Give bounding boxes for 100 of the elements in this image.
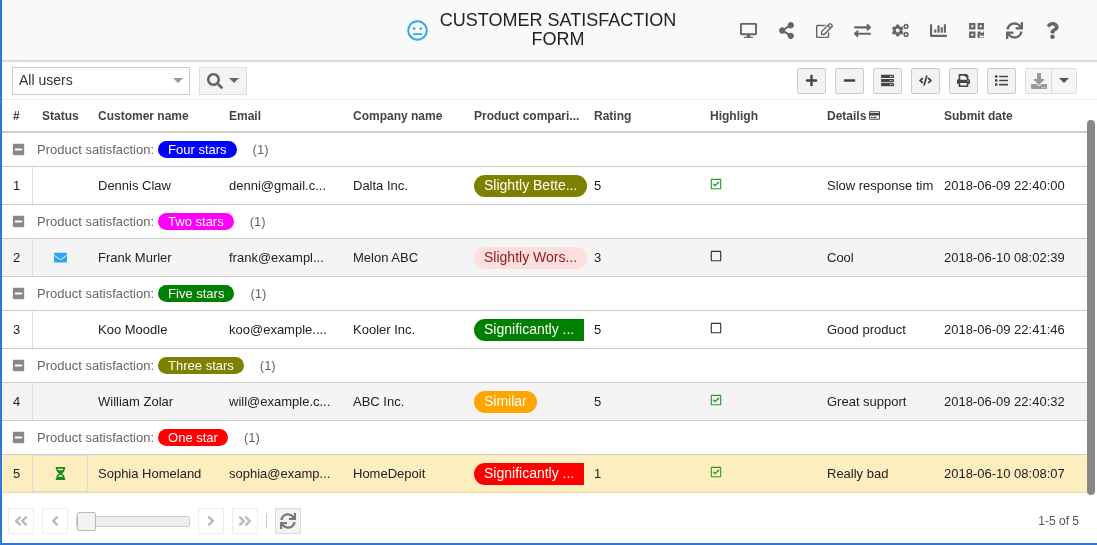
caret-icon bbox=[229, 78, 239, 83]
caret-icon bbox=[1059, 78, 1069, 83]
group-label: Product satisfaction: bbox=[37, 284, 155, 303]
print-button[interactable] bbox=[949, 67, 978, 94]
table-cell-text: sophia@examp... bbox=[228, 464, 332, 483]
group-count: (1) bbox=[259, 356, 276, 375]
checkbox[interactable] bbox=[710, 249, 722, 262]
column-header[interactable]: Company name bbox=[343, 106, 464, 125]
table-cell-text: 2018-06-09 22:40:32 bbox=[943, 392, 1066, 411]
comparison-tag: Slightly Bette... bbox=[474, 174, 588, 197]
checkbox[interactable] bbox=[710, 393, 722, 406]
monitor-icon[interactable] bbox=[738, 21, 758, 39]
row-number: 5 bbox=[12, 464, 22, 483]
comparison-tag: Significantly ... bbox=[474, 462, 585, 485]
rows-icon bbox=[881, 74, 894, 87]
refresh-icon bbox=[280, 513, 296, 529]
checkbox[interactable] bbox=[710, 177, 722, 190]
table-cell-text: William Zolar bbox=[97, 392, 175, 411]
scrollbar[interactable] bbox=[1087, 120, 1095, 495]
hourglass-icon bbox=[53, 467, 67, 480]
code-icon bbox=[919, 74, 932, 87]
group-label: Product satisfaction: bbox=[37, 212, 155, 231]
table-cell-text: Good product bbox=[826, 320, 907, 339]
plus-icon bbox=[805, 74, 818, 87]
row-number: 4 bbox=[12, 392, 22, 411]
slider-thumb[interactable] bbox=[77, 511, 96, 531]
column-header[interactable]: Rating bbox=[584, 106, 700, 125]
collapse-toggle[interactable] bbox=[12, 143, 25, 156]
share-icon[interactable] bbox=[776, 21, 796, 39]
table-cell-text: Koo Moodle bbox=[97, 320, 169, 339]
table-cell-text: 5 bbox=[593, 392, 603, 411]
collapse-toggle[interactable] bbox=[12, 287, 25, 300]
table-cell-text: will@example.c... bbox=[228, 392, 332, 411]
search-icon bbox=[207, 72, 223, 89]
group-tag: Two stars bbox=[158, 213, 234, 230]
edit-icon[interactable] bbox=[814, 21, 834, 39]
group-label: Product satisfaction: bbox=[37, 140, 155, 159]
export-split-button[interactable] bbox=[1025, 67, 1077, 94]
plus-button[interactable] bbox=[797, 67, 826, 94]
envelope-icon bbox=[54, 251, 67, 264]
table-cell-text: 2018-06-09 22:40:00 bbox=[943, 176, 1066, 195]
table-row[interactable]: 4 William Zolar will@example.c... ABC Inc. Similar 5 Great support 2018-06-09 22:40:32 bbox=[2, 383, 1087, 421]
table-cell-text: Really bad bbox=[826, 464, 890, 483]
table-cell-text: Slow response tim bbox=[826, 176, 934, 195]
table-cell-text: Sophia Homeland bbox=[97, 464, 203, 483]
table-cell-text: denni@gmail.c... bbox=[228, 176, 328, 195]
table-cell-text: 2018-06-10 08:08:07 bbox=[943, 464, 1066, 483]
bar-chart-icon[interactable] bbox=[928, 21, 948, 39]
swap-arrows-icon[interactable] bbox=[852, 21, 872, 39]
column-header[interactable]: # bbox=[2, 106, 32, 125]
table-cell-text: Cool bbox=[826, 248, 855, 267]
table-cell-text: Great support bbox=[826, 392, 908, 411]
search-button[interactable] bbox=[199, 66, 247, 95]
table-row[interactable]: 1 Dennis Claw denni@gmail.c... Dalta Inc. Slightly Bette... 5 Slow response tim 2018-06-09 22:40:00 bbox=[2, 167, 1087, 205]
collapse-toggle[interactable] bbox=[12, 215, 25, 228]
refresh-icon[interactable] bbox=[1004, 21, 1024, 39]
neutral-face-icon bbox=[407, 19, 428, 41]
list-icon bbox=[995, 74, 1008, 87]
column-header[interactable]: Customer name bbox=[88, 106, 219, 125]
double-chevron-right-icon bbox=[237, 513, 253, 529]
table-cell-text: Kooler Inc. bbox=[352, 320, 417, 339]
table-cell-text: koo@example.... bbox=[228, 320, 328, 339]
comparison-tag: Slightly Wors... bbox=[474, 246, 588, 269]
column-header[interactable]: Submit date bbox=[934, 106, 1079, 125]
row-number: 2 bbox=[12, 248, 22, 267]
user-filter-dropdown[interactable]: All users bbox=[12, 66, 190, 95]
table-row[interactable]: 3 Koo Moodle koo@example.... Kooler Inc. Significantly ... 5 Good product 2018-06-09 22:41:46 bbox=[2, 311, 1087, 349]
caret-icon bbox=[173, 78, 183, 83]
column-header[interactable]: Email bbox=[219, 106, 343, 125]
collapse-toggle[interactable] bbox=[12, 359, 25, 372]
rows-button[interactable] bbox=[873, 67, 902, 94]
column-header[interactable]: Status bbox=[32, 106, 88, 125]
group-count: (1) bbox=[250, 284, 267, 303]
qr-code-icon[interactable] bbox=[966, 21, 986, 39]
table-row[interactable]: 2 Frank Murler frank@exampl... Melon ABC Slightly Wors... 3 Cool 2018-06-10 08:02:39 bbox=[2, 239, 1087, 277]
list-button[interactable] bbox=[987, 67, 1016, 94]
group-label: Product satisfaction: bbox=[37, 356, 155, 375]
table-cell-text: Melon ABC bbox=[352, 248, 420, 267]
double-chevron-left-icon bbox=[13, 513, 29, 529]
group-count: (1) bbox=[249, 212, 266, 231]
minus-button[interactable] bbox=[835, 67, 864, 94]
column-header[interactable]: Highligh bbox=[700, 106, 817, 125]
group-tag: Four stars bbox=[158, 141, 237, 158]
collapse-toggle[interactable] bbox=[12, 431, 25, 444]
page-summary: 1-5 of 5 bbox=[1038, 513, 1079, 530]
settings-icon[interactable] bbox=[890, 21, 910, 39]
comparison-tag: Similar bbox=[474, 390, 537, 413]
refresh-button[interactable] bbox=[275, 508, 301, 534]
table-row[interactable]: 5 Sophia Homeland sophia@examp... HomeDepoit Significantly ... 1 Really bad 2018-06-10 08:08:07 bbox=[2, 455, 1087, 493]
checkbox[interactable] bbox=[710, 321, 722, 334]
column-header[interactable]: Product compari... bbox=[464, 106, 584, 125]
code-button[interactable] bbox=[911, 67, 940, 94]
table-cell-text: 1 bbox=[593, 464, 603, 483]
table-cell-text: Frank Murler bbox=[97, 248, 173, 267]
page-title: CUSTOMER SATISFACTION FORM bbox=[438, 11, 678, 49]
group-label: Product satisfaction: bbox=[37, 428, 155, 447]
card-icon bbox=[869, 110, 881, 121]
checkbox[interactable] bbox=[710, 465, 722, 478]
table-cell-text: Dennis Claw bbox=[97, 176, 172, 195]
column-header[interactable]: Details bbox=[817, 106, 934, 125]
